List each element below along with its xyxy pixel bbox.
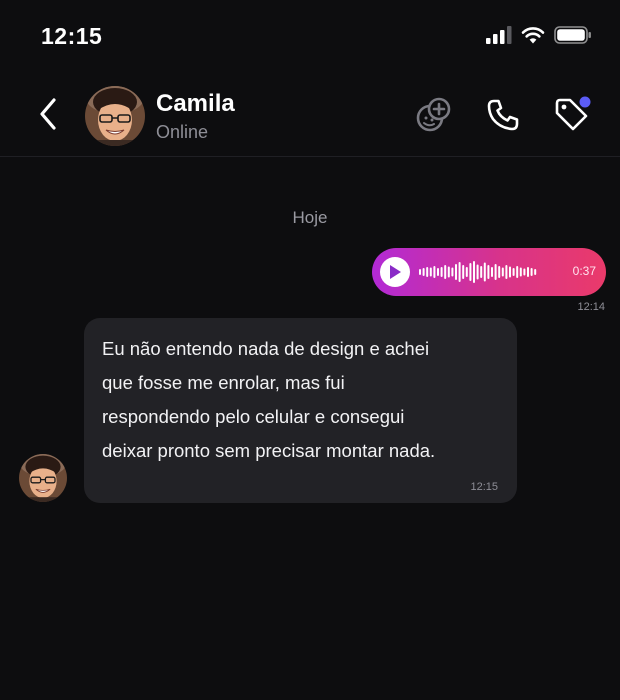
contact-status: Online: [156, 122, 209, 142]
waveform-bar: [509, 266, 511, 278]
call-button[interactable]: [484, 96, 522, 134]
contact-name[interactable]: Camila: [156, 90, 235, 118]
message-line: deixar pronto sem precisar montar nada.: [102, 440, 436, 461]
add-reaction-button[interactable]: [415, 96, 453, 134]
waveform-bar: [498, 266, 501, 278]
battery-icon: [554, 26, 592, 44]
status-time: 12:15: [41, 23, 103, 49]
message-timestamp: 12:15: [470, 481, 498, 493]
waveform-bar: [458, 262, 461, 282]
message-line: Eu não entendo nada de design e achei: [102, 338, 430, 359]
phone-icon: [487, 99, 519, 131]
waveform-bar: [483, 262, 486, 282]
voice-message-bubble[interactable]: 0:37: [372, 248, 606, 296]
waveform-bar: [462, 265, 465, 279]
waveform-bar: [469, 263, 472, 281]
message-line: que fosse me enrolar, mas fui: [102, 372, 345, 393]
waveform-bar: [534, 269, 537, 275]
wifi-icon: [521, 26, 545, 44]
message-text: Eu não entendo nada de design e achei qu…: [102, 332, 507, 468]
status-bar: 12:15: [0, 0, 620, 74]
waveform-bar: [473, 261, 475, 283]
waveform-bar: [437, 268, 439, 276]
voice-duration: 0:37: [572, 264, 596, 278]
waveform-bar: [505, 265, 508, 279]
chevron-left-icon: [40, 98, 56, 130]
waveform-bar: [451, 267, 454, 277]
tag-icon: [555, 96, 591, 131]
waveform-bar: [440, 267, 443, 277]
date-divider: Hoje: [292, 208, 328, 227]
status-icons: [486, 26, 592, 44]
waveform-bar: [519, 267, 522, 277]
audio-waveform[interactable]: [419, 256, 537, 288]
incoming-message-bubble: Eu não entendo nada de design e achei qu…: [84, 318, 517, 503]
message-timestamp: 12:14: [577, 301, 605, 313]
emoji-add-icon: [416, 97, 451, 132]
message-line: respondendo pelo celular e consegui: [102, 406, 405, 427]
waveform-bar: [523, 268, 526, 276]
waveform-bar: [433, 266, 436, 278]
cellular-signal-icon: [486, 26, 512, 44]
waveform-bar: [494, 264, 497, 280]
tag-button[interactable]: [553, 96, 591, 134]
waveform-bar: [419, 269, 421, 275]
waveform-bar: [429, 267, 432, 277]
sender-avatar[interactable]: [19, 454, 67, 502]
waveform-bar: [487, 265, 490, 279]
waveform-bar: [422, 268, 425, 276]
waveform-bar: [465, 267, 468, 277]
chat-screen: 12:15 Camila Online Hoje 0:37 12:14 Eu n…: [0, 0, 620, 700]
waveform-bar: [447, 266, 450, 278]
waveform-bar: [455, 264, 457, 280]
waveform-bar: [527, 267, 529, 277]
play-button[interactable]: [380, 257, 410, 287]
chat-header: Camila Online: [0, 74, 620, 157]
waveform-bar: [501, 267, 504, 277]
back-button[interactable]: [30, 94, 66, 134]
waveform-bar: [426, 267, 429, 277]
waveform-bar: [512, 268, 515, 276]
waveform-bar: [476, 264, 479, 280]
tag-badge-dot: [579, 96, 591, 108]
contact-avatar[interactable]: [85, 86, 145, 146]
waveform-bar: [516, 266, 519, 278]
waveform-bar: [480, 266, 483, 278]
waveform-bar: [444, 265, 447, 279]
play-icon: [390, 265, 401, 279]
waveform-bar: [530, 268, 533, 276]
waveform-bar: [491, 267, 493, 277]
